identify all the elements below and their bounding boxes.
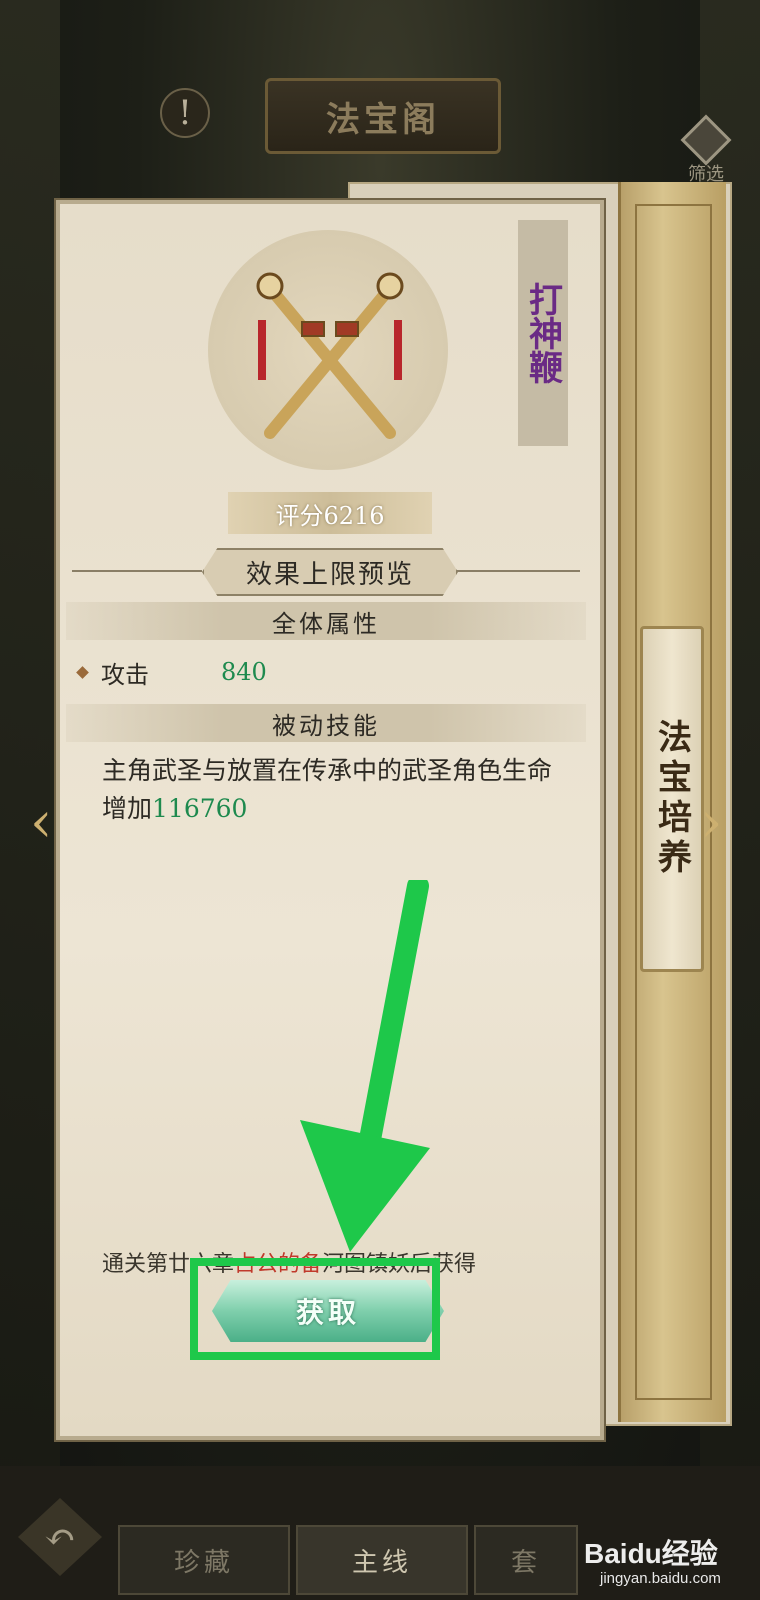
stat-name: 攻击 [101, 660, 149, 689]
tab-main-line[interactable]: 主线 [296, 1525, 468, 1595]
stat-row: 攻击 840 [76, 654, 267, 690]
stat-value: 840 [221, 658, 267, 686]
page-title: 法宝阁 [265, 78, 501, 154]
baidu-watermark-url: jingyan.baidu.com [600, 1570, 721, 1587]
background-pillar-left [0, 0, 60, 1500]
item-score: 评分6216 [228, 492, 432, 534]
prev-arrow-icon[interactable]: ‹ [30, 790, 52, 855]
annotation-highlight-box [190, 1258, 440, 1360]
item-name-tab: 打神鞭 [518, 220, 568, 446]
bullet-diamond-icon [76, 665, 89, 679]
tab-treasure-cultivate-label: 法宝培养 [651, 719, 692, 879]
filter-button[interactable]: 筛选 [676, 114, 736, 188]
divider-left [72, 570, 202, 572]
baidu-watermark: Baidu经验 [584, 1538, 718, 1569]
filter-icon [680, 114, 732, 166]
next-arrow-icon[interactable]: › [700, 790, 722, 855]
item-name: 打神鞭 [522, 282, 563, 384]
annotation-arrow-icon [300, 880, 430, 1252]
tab-collection[interactable]: 珍藏 [118, 1525, 290, 1595]
divider-right [456, 570, 580, 572]
attributes-header: 全体属性 [66, 602, 586, 640]
effect-preview-title: 效果上限预览 [202, 548, 458, 596]
passive-skill-value: 116760 [152, 794, 248, 823]
passive-skill-description: 主角武圣与放置在传承中的武圣角色生命增加116760 [102, 752, 562, 828]
passive-skill-header: 被动技能 [66, 704, 586, 742]
alert-icon[interactable]: ! [160, 88, 210, 138]
tab-set[interactable]: 套 [474, 1525, 578, 1595]
tab-treasure-cultivate[interactable]: 法宝培养 [640, 626, 704, 972]
whip-weapon-icon [256, 272, 404, 439]
